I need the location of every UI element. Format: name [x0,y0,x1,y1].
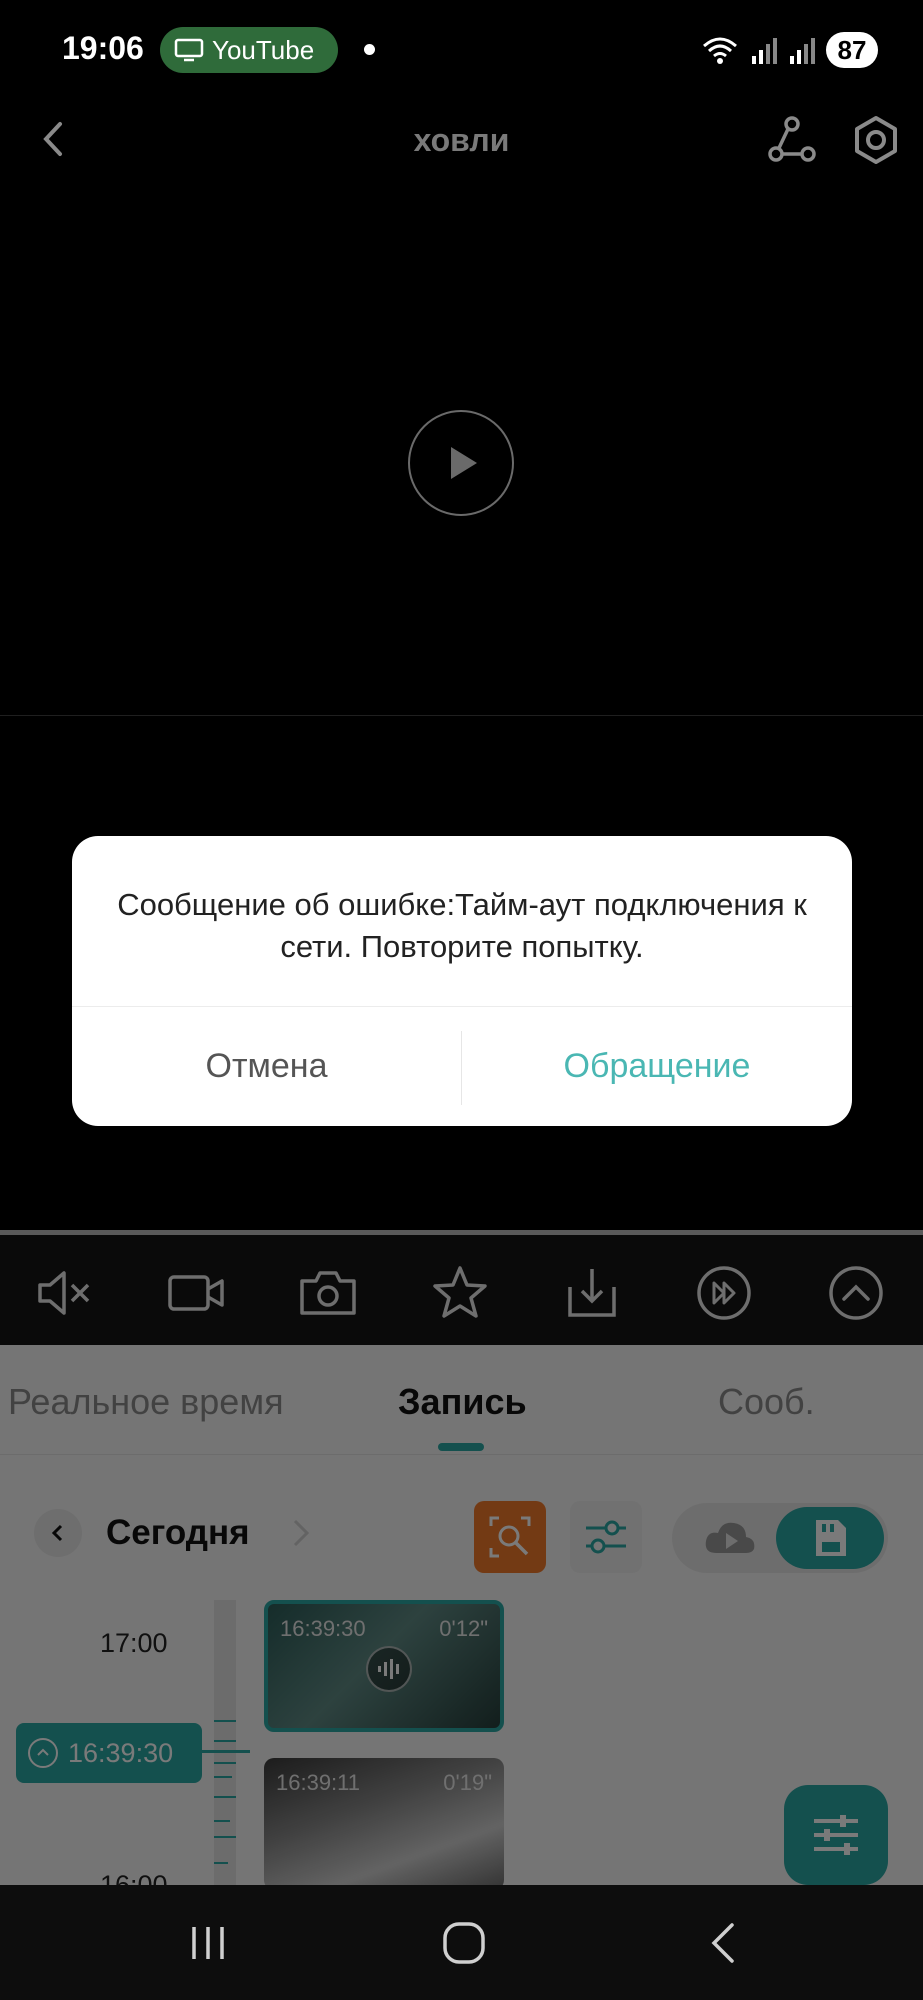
contact-support-button[interactable]: Обращение [462,1006,852,1126]
clip-duration: 0'12" [439,1616,488,1641]
speaker-muted-icon[interactable] [34,1263,94,1323]
tv-icon [174,38,204,62]
sd-card-option[interactable] [776,1507,884,1569]
tab-bar: Реальное время Запись Сооб. [0,1345,923,1455]
hour-label: 17:00 [100,1628,168,1658]
search-icon [489,1516,531,1558]
error-dialog: Сообщение об ошибке:Тайм-аут подключения… [72,836,852,1126]
notification-app-label: YouTube [212,34,315,65]
filter-button[interactable] [570,1501,642,1573]
video-divider [0,715,923,716]
hour-label: 16:00 [100,1870,168,1885]
sd-card-icon [816,1520,846,1556]
audio-wave-icon [366,1646,412,1692]
sliders-icon [814,1815,858,1855]
home-icon[interactable] [436,1915,492,1971]
status-bar: 19:06 YouTube 87 [0,0,923,100]
play-button[interactable] [408,410,514,516]
hexagon-settings-icon[interactable] [848,112,904,168]
camera-icon[interactable] [298,1263,358,1323]
current-time-label: 16:39:30 [68,1737,174,1768]
recording-tick [214,1762,236,1764]
clip-start-time: 16:39:30 [280,1616,366,1641]
recording-tick [214,1720,236,1722]
search-recordings-button[interactable] [474,1501,546,1573]
video-player[interactable] [0,180,923,715]
header: ховли [0,100,923,180]
options-fab-button[interactable] [784,1785,888,1885]
video-camera-icon[interactable] [166,1263,226,1323]
play-icon [451,447,477,479]
tab-live[interactable]: Реальное время [8,1381,284,1423]
error-message: Сообщение об ошибке:Тайм-аут подключения… [117,887,807,964]
current-time-marker[interactable]: 16:39:30 [16,1723,202,1783]
current-time-pointer [200,1750,250,1753]
recording-tick [214,1796,236,1798]
signal-icon [752,38,777,64]
status-time: 19:06 [62,30,144,66]
recording-clip[interactable]: 16:39:30 0'12" [264,1600,504,1732]
clip-start-time: 16:39:11 [276,1770,361,1795]
recent-apps-icon[interactable] [180,1915,236,1971]
download-icon[interactable] [562,1263,622,1323]
share-icon[interactable] [764,112,820,168]
recording-tick [214,1836,236,1838]
sliders-icon [586,1520,626,1554]
recording-tick [214,1740,236,1742]
date-navigation: Сегодня [0,1501,923,1577]
cloud-play-icon[interactable] [702,1517,758,1559]
date-label: Сегодня [106,1513,250,1552]
wifi-icon [703,37,737,64]
cancel-button[interactable]: Отмена [72,1006,461,1126]
storage-source-toggle[interactable] [672,1503,888,1573]
battery-indicator: 87 [826,32,878,68]
notification-dot [364,44,375,55]
timeline-ruler[interactable] [214,1600,236,1885]
chevron-left-icon [51,1524,63,1542]
control-bar [0,1235,923,1345]
clip-duration: 0'19" [443,1770,492,1795]
recording-tick [214,1776,232,1778]
tab-record[interactable]: Запись [398,1381,527,1423]
recording-clip[interactable]: 16:39:11 0'19" [264,1758,504,1885]
chevron-right-icon[interactable] [280,1513,320,1553]
tab-messages[interactable]: Сооб. [718,1381,815,1423]
star-icon[interactable] [430,1263,490,1323]
chevron-up-icon[interactable] [826,1263,886,1323]
recording-tick [214,1820,230,1822]
back-icon[interactable] [696,1915,752,1971]
fast-forward-icon[interactable] [694,1263,754,1323]
active-tab-indicator [438,1443,484,1451]
youtube-notification-pill[interactable]: YouTube [160,27,338,73]
lower-panel: Реальное время Запись Сооб. Сегодня 17:0… [0,1345,923,1885]
previous-day-button[interactable] [34,1509,82,1557]
status-icons: 87 [700,28,878,72]
system-navigation-bar [0,1885,923,2000]
signal-icon-2 [790,38,815,64]
recording-tick [214,1862,228,1864]
chevron-up-icon [28,1738,58,1768]
